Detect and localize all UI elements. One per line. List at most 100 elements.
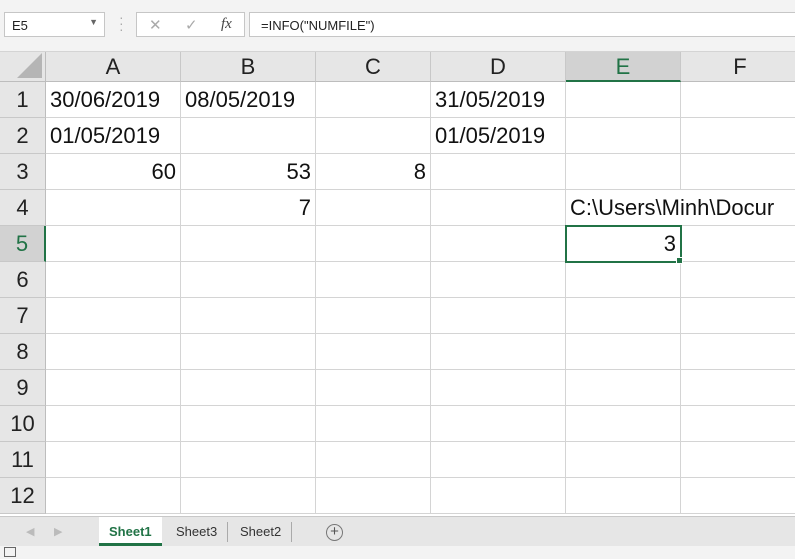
cell-F9[interactable] (681, 370, 795, 406)
cell-B10[interactable] (181, 406, 316, 442)
cell-F5[interactable] (681, 226, 795, 262)
select-all-button[interactable] (0, 52, 46, 82)
column-header-B[interactable]: B (181, 52, 316, 82)
formula-input[interactable]: =INFO("NUMFILE") (249, 12, 795, 37)
column-header-E[interactable]: E (566, 52, 681, 82)
column-header-D[interactable]: D (431, 52, 566, 82)
insert-function-icon[interactable]: fx (221, 16, 232, 33)
cell-C1[interactable] (316, 82, 431, 118)
cell-D10[interactable] (431, 406, 566, 442)
row-header-7[interactable]: 7 (0, 298, 46, 334)
column-header-F[interactable]: F (681, 52, 795, 82)
cell-D3[interactable] (431, 154, 566, 190)
sheet-tab-sheet1[interactable]: Sheet1 (99, 517, 162, 546)
cell-E3[interactable] (566, 154, 681, 190)
cell-E5[interactable]: 3 (565, 225, 683, 264)
cell-D4[interactable] (431, 190, 566, 226)
cell-A7[interactable] (46, 298, 181, 334)
row-header-5[interactable]: 5 (0, 226, 46, 262)
cell-B2[interactable] (181, 118, 316, 154)
cell-A9[interactable] (46, 370, 181, 406)
cell-E7[interactable] (566, 298, 681, 334)
cell-A4[interactable] (46, 190, 181, 226)
row-header-9[interactable]: 9 (0, 370, 46, 406)
cell-E10[interactable] (566, 406, 681, 442)
cell-C9[interactable] (316, 370, 431, 406)
cell-D11[interactable] (431, 442, 566, 478)
cell-F4[interactable] (681, 190, 795, 226)
scroll-left-icon[interactable]: ◀ (26, 525, 34, 538)
cell-C12[interactable] (316, 478, 431, 514)
cell-A6[interactable] (46, 262, 181, 298)
cell-B4[interactable]: 7 (181, 190, 316, 226)
sheet-tab-sheet2[interactable]: Sheet2 (230, 522, 293, 542)
cell-C3[interactable]: 8 (316, 154, 431, 190)
cell-C7[interactable] (316, 298, 431, 334)
cell-D12[interactable] (431, 478, 566, 514)
cell-A12[interactable] (46, 478, 181, 514)
row-header-12[interactable]: 12 (0, 478, 46, 514)
cell-A2[interactable]: 01/05/2019 (46, 118, 181, 154)
cell-E8[interactable] (566, 334, 681, 370)
cell-C4[interactable] (316, 190, 431, 226)
cell-F8[interactable] (681, 334, 795, 370)
cell-C11[interactable] (316, 442, 431, 478)
cell-A10[interactable] (46, 406, 181, 442)
cell-B12[interactable] (181, 478, 316, 514)
column-header-A[interactable]: A (46, 52, 181, 82)
sheet-tab-sheet3[interactable]: Sheet3 (166, 522, 229, 542)
cell-D7[interactable] (431, 298, 566, 334)
chevron-down-icon[interactable]: ▼ (89, 17, 98, 27)
cell-F1[interactable] (681, 82, 795, 118)
cell-E1[interactable] (566, 82, 681, 118)
row-header-10[interactable]: 10 (0, 406, 46, 442)
row-header-2[interactable]: 2 (0, 118, 46, 154)
cell-B8[interactable] (181, 334, 316, 370)
cell-E6[interactable] (566, 262, 681, 298)
row-header-8[interactable]: 8 (0, 334, 46, 370)
cell-F3[interactable] (681, 154, 795, 190)
cell-F6[interactable] (681, 262, 795, 298)
cell-D5[interactable] (431, 226, 566, 262)
row-header-3[interactable]: 3 (0, 154, 46, 190)
cell-C5[interactable] (316, 226, 431, 262)
scroll-right-icon[interactable]: ▶ (54, 525, 62, 538)
row-header-1[interactable]: 1 (0, 82, 46, 118)
cell-C2[interactable] (316, 118, 431, 154)
cell-C8[interactable] (316, 334, 431, 370)
cell-E4[interactable]: C:\Users\Minh\Docur (566, 190, 774, 226)
cell-E9[interactable] (566, 370, 681, 406)
cell-A3[interactable]: 60 (46, 154, 181, 190)
cell-C6[interactable] (316, 262, 431, 298)
cell-F2[interactable] (681, 118, 795, 154)
cell-A1[interactable]: 30/06/2019 (46, 82, 181, 118)
cell-B9[interactable] (181, 370, 316, 406)
cell-D2[interactable]: 01/05/2019 (431, 118, 566, 154)
cell-F11[interactable] (681, 442, 795, 478)
cell-B3[interactable]: 53 (181, 154, 316, 190)
cell-E12[interactable] (566, 478, 681, 514)
cell-D8[interactable] (431, 334, 566, 370)
cell-E11[interactable] (566, 442, 681, 478)
cell-A5[interactable] (46, 226, 181, 262)
cell-F7[interactable] (681, 298, 795, 334)
cell-B6[interactable] (181, 262, 316, 298)
cell-D6[interactable] (431, 262, 566, 298)
enter-icon[interactable]: ✓ (185, 16, 198, 34)
row-header-4[interactable]: 4 (0, 190, 46, 226)
column-header-C[interactable]: C (316, 52, 431, 82)
cell-C10[interactable] (316, 406, 431, 442)
cancel-icon[interactable]: ✕ (149, 16, 162, 34)
cell-A8[interactable] (46, 334, 181, 370)
cell-B11[interactable] (181, 442, 316, 478)
cell-D9[interactable] (431, 370, 566, 406)
row-header-11[interactable]: 11 (0, 442, 46, 478)
cell-F12[interactable] (681, 478, 795, 514)
cell-E2[interactable] (566, 118, 681, 154)
cell-B5[interactable] (181, 226, 316, 262)
cell-D1[interactable]: 31/05/2019 (431, 82, 566, 118)
cell-B7[interactable] (181, 298, 316, 334)
cell-A11[interactable] (46, 442, 181, 478)
name-box[interactable]: E5 ▼ (4, 12, 105, 37)
cell-F10[interactable] (681, 406, 795, 442)
